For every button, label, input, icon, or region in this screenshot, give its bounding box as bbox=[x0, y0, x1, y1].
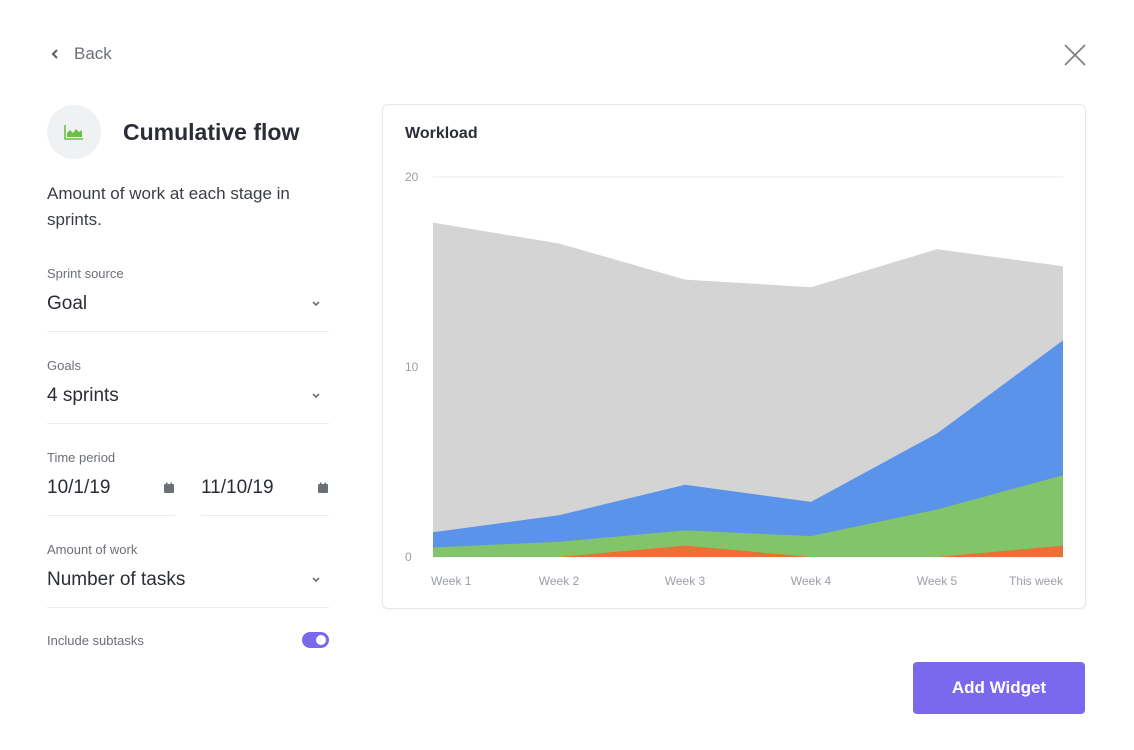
back-label: Back bbox=[74, 44, 112, 63]
goals-label: Goals bbox=[47, 358, 81, 373]
x-tick-label: Week 4 bbox=[791, 574, 832, 588]
include-subtasks-row: Include subtasks bbox=[47, 632, 329, 648]
y-tick-label: 0 bbox=[405, 550, 412, 564]
amount-of-work-select[interactable]: Number of tasks bbox=[47, 569, 329, 608]
x-tick-label: Week 2 bbox=[539, 574, 580, 588]
back-button[interactable]: Back bbox=[50, 44, 112, 64]
sprint-source-value: Goal bbox=[47, 293, 88, 314]
time-period-field: Time period 10/1/19 11/10/19 bbox=[47, 450, 329, 516]
start-date-input[interactable]: 10/1/19 bbox=[47, 477, 175, 516]
end-date-value: 11/10/19 bbox=[201, 477, 274, 498]
calendar-icon[interactable] bbox=[163, 482, 175, 494]
y-tick-label: 20 bbox=[405, 170, 419, 184]
amount-of-work-label: Amount of work bbox=[47, 542, 138, 557]
x-tick-label: This week bbox=[1009, 574, 1064, 588]
amount-of-work-value: Number of tasks bbox=[47, 569, 186, 590]
widget-description: Amount of work at each stage in sprints. bbox=[47, 184, 290, 229]
cumulative-flow-chart: 0 10 20 Week 1 Week 2 Week 3 Week 4 Week 5 This … bbox=[405, 170, 1064, 588]
amount-of-work-field: Amount of work Number of tasks bbox=[47, 542, 329, 608]
chart-card: Workload 0 10 20 Week 1 Week 2 Week 3 Week 4 We… bbox=[382, 104, 1086, 609]
add-widget-button[interactable]: Add Widget bbox=[913, 662, 1085, 714]
widget-title: Cumulative flow bbox=[123, 118, 300, 145]
sprint-source-label: Sprint source bbox=[47, 266, 124, 281]
widget-icon-container bbox=[47, 105, 101, 159]
chevron-down-icon bbox=[312, 577, 320, 583]
chevron-down-icon bbox=[312, 301, 320, 307]
goals-field: Goals 4 sprints bbox=[47, 358, 329, 424]
x-tick-label: Week 3 bbox=[665, 574, 706, 588]
close-icon[interactable] bbox=[1062, 42, 1088, 68]
end-date-input[interactable]: 11/10/19 bbox=[201, 477, 329, 516]
x-tick-label: Week 1 bbox=[431, 574, 472, 588]
area-chart-icon bbox=[64, 125, 83, 140]
include-subtasks-toggle[interactable] bbox=[302, 632, 329, 648]
y-tick-label: 10 bbox=[405, 360, 419, 374]
start-date-value: 10/1/19 bbox=[47, 477, 111, 498]
chevron-down-icon bbox=[312, 393, 320, 399]
sprint-source-select[interactable]: Goal bbox=[47, 293, 329, 332]
time-period-label: Time period bbox=[47, 450, 116, 465]
chevron-left-icon bbox=[51, 49, 58, 59]
goals-value: 4 sprints bbox=[47, 385, 119, 406]
calendar-icon[interactable] bbox=[317, 482, 329, 494]
x-tick-label: Week 5 bbox=[917, 574, 958, 588]
widget-header: Cumulative flow bbox=[47, 105, 299, 159]
include-subtasks-label: Include subtasks bbox=[47, 632, 144, 648]
sprint-source-field: Sprint source Goal bbox=[47, 266, 329, 332]
goals-select[interactable]: 4 sprints bbox=[47, 385, 329, 424]
